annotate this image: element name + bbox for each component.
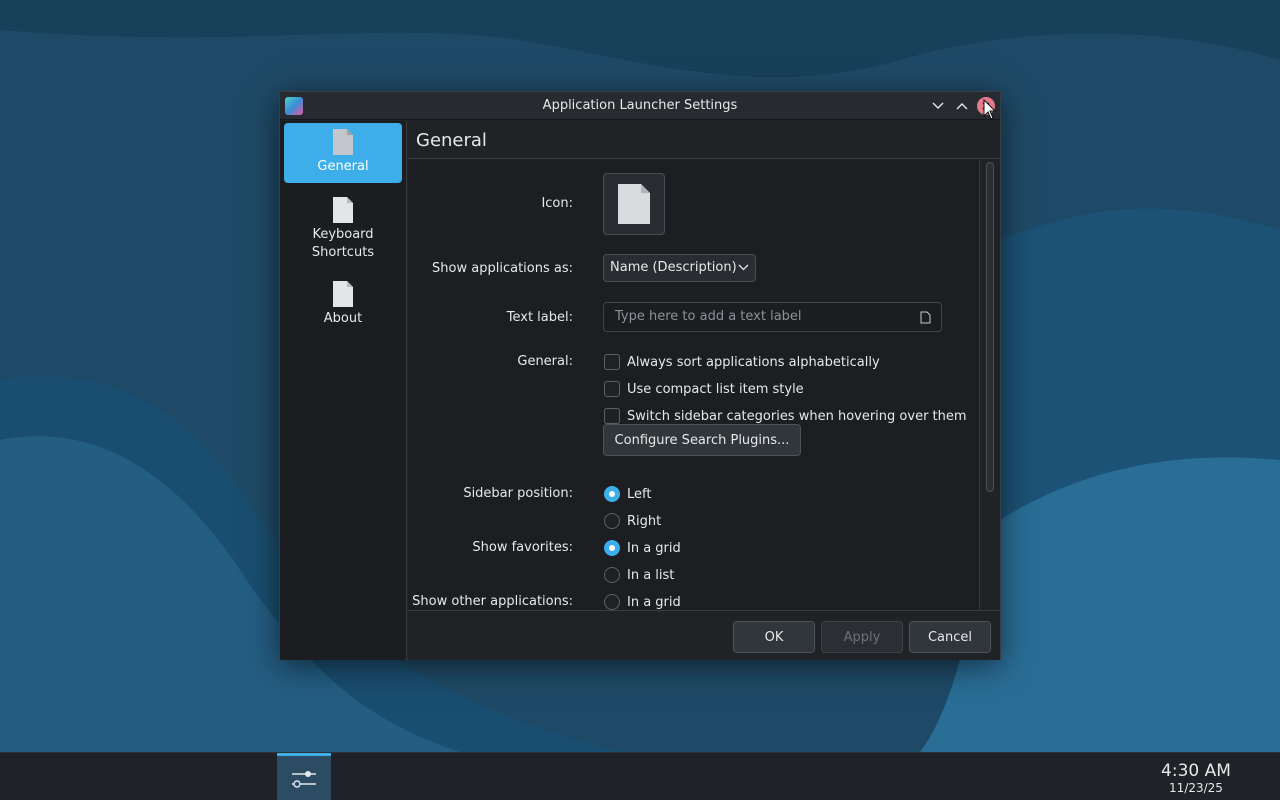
window-titlebar[interactable]: Application Launcher Settings	[280, 92, 1000, 120]
show-favorites-label: Show favorites:	[472, 540, 573, 555]
checkbox-sort-alphabetically[interactable]: Always sort applications alphabetically	[604, 353, 880, 371]
text-label-input[interactable]	[615, 309, 905, 324]
apply-button[interactable]: Apply	[821, 621, 903, 653]
text-label-label: Text label:	[506, 310, 573, 325]
sidebar-item-keyboard-shortcuts[interactable]: Keyboard Shortcuts	[284, 191, 402, 265]
radio-favorites-list[interactable]: In a list	[604, 566, 674, 584]
minimize-button[interactable]	[929, 97, 947, 115]
maximize-button[interactable]	[953, 97, 971, 115]
document-icon[interactable]	[920, 311, 931, 324]
clock-date: 11/23/25	[1169, 781, 1223, 795]
radio-label: In a grid	[627, 540, 681, 556]
document-icon	[618, 184, 650, 224]
document-icon	[333, 129, 353, 155]
radio-sidebar-left[interactable]: Left	[604, 485, 651, 503]
sidebar-item-about[interactable]: About	[284, 275, 402, 331]
general-label: General:	[517, 354, 573, 369]
settings-sliders-icon	[292, 770, 316, 788]
checkbox-compact-list[interactable]: Use compact list item style	[604, 380, 804, 398]
chevron-down-icon	[738, 264, 749, 271]
radio-button[interactable]	[604, 567, 620, 583]
sidebar-item-label: General	[317, 159, 369, 174]
checkbox-switch-categories-hover[interactable]: Switch sidebar categories when hovering …	[604, 407, 967, 425]
checkbox[interactable]	[604, 381, 620, 397]
radio-label: Right	[627, 513, 662, 529]
taskbar-item-settings[interactable]	[277, 753, 331, 800]
radio-label: Left	[627, 486, 652, 502]
dialog-button-box: OK Apply Cancel	[408, 610, 1000, 660]
cancel-button[interactable]: Cancel	[909, 621, 991, 653]
checkbox[interactable]	[604, 354, 620, 370]
taskbar: 4:30 AM 11/23/25	[0, 752, 1280, 800]
sidebar-position-label: Sidebar position:	[463, 486, 573, 501]
settings-scroll-area[interactable]: Icon: Show applications as: Name (Descri…	[408, 160, 980, 610]
radio-favorites-grid[interactable]: In a grid	[604, 539, 681, 557]
chevron-up-icon	[956, 103, 968, 110]
text-label-field[interactable]	[603, 302, 942, 332]
radio-button[interactable]	[604, 540, 620, 556]
icon-picker-button[interactable]	[603, 173, 665, 235]
show-apps-label: Show applications as:	[432, 261, 573, 276]
radio-button[interactable]	[604, 486, 620, 502]
chevron-down-icon	[932, 102, 944, 109]
mouse-cursor-icon	[983, 99, 997, 120]
icon-label: Icon:	[541, 196, 573, 211]
sidebar-item-general[interactable]: General	[284, 123, 402, 183]
page-header: General	[408, 121, 1000, 159]
checkbox-label: Always sort applications alphabetically	[627, 354, 880, 370]
sidebar-item-label: About	[323, 311, 363, 326]
radio-sidebar-right[interactable]: Right	[604, 512, 661, 530]
settings-window: Application Launcher Settings General Ke…	[279, 91, 1001, 660]
ok-button[interactable]: OK	[733, 621, 815, 653]
show-apps-combobox[interactable]: Name (Description)	[603, 254, 756, 282]
document-icon	[333, 197, 353, 223]
checkbox[interactable]	[604, 408, 620, 424]
vertical-scrollbar[interactable]	[986, 162, 994, 492]
radio-other-apps-grid[interactable]: In a grid	[604, 593, 681, 610]
radio-button[interactable]	[604, 594, 620, 610]
page-title: General	[416, 130, 487, 151]
sidebar-item-label: Keyboard Shortcuts	[311, 227, 375, 260]
clock-time: 4:30 AM	[1161, 761, 1231, 781]
document-icon	[333, 281, 353, 307]
settings-sidebar: General Keyboard Shortcuts About	[280, 121, 407, 660]
radio-button[interactable]	[604, 513, 620, 529]
checkbox-label: Switch sidebar categories when hovering …	[627, 408, 967, 424]
combobox-value: Name (Description)	[610, 260, 737, 275]
window-title: Application Launcher Settings	[542, 98, 738, 113]
radio-label: In a list	[627, 567, 675, 583]
checkbox-label: Use compact list item style	[627, 381, 804, 397]
configure-search-plugins-button[interactable]: Configure Search Plugins...	[603, 424, 801, 456]
show-other-apps-label: Show other applications:	[412, 594, 573, 609]
radio-label: In a grid	[627, 594, 681, 610]
system-clock[interactable]: 4:30 AM 11/23/25	[1150, 761, 1242, 795]
